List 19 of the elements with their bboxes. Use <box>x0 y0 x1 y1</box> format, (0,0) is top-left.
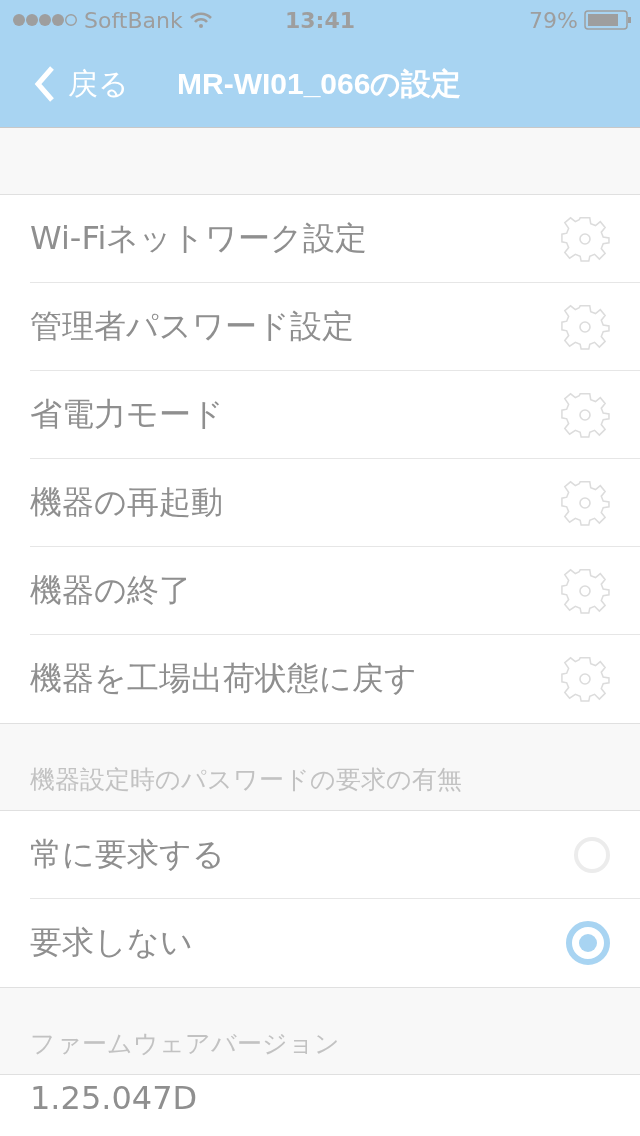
gear-icon <box>560 654 610 704</box>
settings-item[interactable]: 機器の終了 <box>30 547 640 635</box>
settings-item[interactable]: 機器を工場出荷状態に戻す <box>30 635 640 723</box>
settings-item[interactable]: 省電力モード <box>30 371 640 459</box>
screen-title: MR-WI01_066の設定 <box>177 65 462 102</box>
settings-item[interactable]: Wi-Fiネットワーク設定 <box>30 195 640 283</box>
chevron-left-icon <box>34 65 56 103</box>
signal-icon <box>12 13 78 27</box>
option-item[interactable]: 要求しない <box>30 899 640 987</box>
settings-item[interactable]: 機器の再起動 <box>30 459 640 547</box>
carrier-name: SoftBank <box>84 7 183 33</box>
wifi-icon <box>188 12 213 28</box>
option-item[interactable]: 常に要求する <box>30 811 640 899</box>
firmware-version: 1.25.047D <box>30 1079 198 1117</box>
clock-time: 13:41 <box>285 7 355 33</box>
settings-item[interactable]: 管理者パスワード設定 <box>30 283 640 371</box>
battery-percent: 79% <box>529 7 578 33</box>
radio-button[interactable] <box>566 921 610 965</box>
battery-icon <box>584 10 632 30</box>
